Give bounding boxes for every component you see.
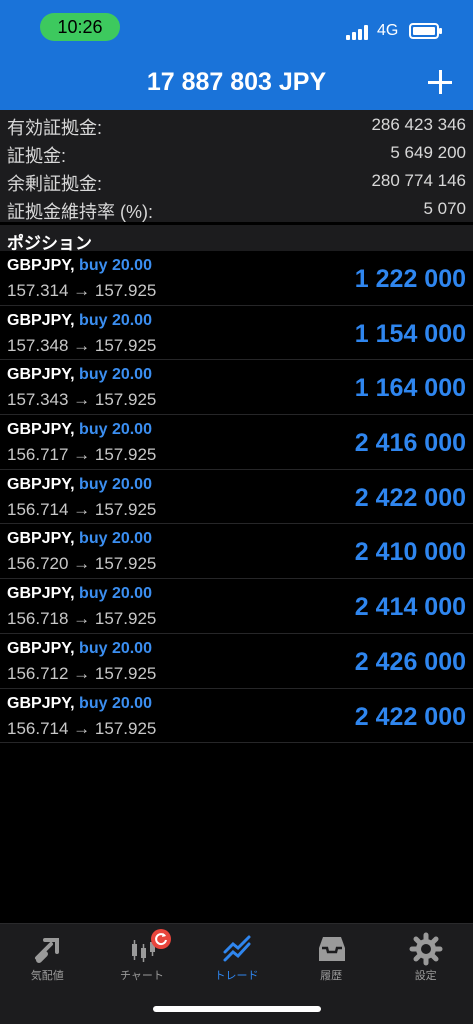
summary-value: 5 070 [423, 199, 466, 218]
tab-chart[interactable]: チャート [95, 924, 190, 994]
positions-list: GBPJPY, buy 20.00 157.314 → 157.925 1 22… [0, 251, 473, 744]
position-profit: 1 164 000 [354, 374, 466, 403]
position-profit: 1 222 000 [354, 265, 466, 293]
cellular-signal-icon [346, 24, 372, 40]
position-row[interactable]: GBPJPY, buy 20.00 157.348 → 157.925 1 15… [0, 306, 473, 361]
summary-row-margin: 証拠金: 5 649 200 [0, 138, 473, 166]
status-time: 10:26 [40, 13, 120, 41]
position-side: buy 20.00 [79, 311, 152, 329]
tab-quotes[interactable]: 気配値 [0, 924, 95, 994]
position-symbol: GBPJPY, buy 20.00 [7, 421, 152, 439]
tab-history[interactable]: 履歴 [284, 924, 379, 994]
symbol-text: GBPJPY, [7, 639, 75, 657]
position-prices: 157.314 → 157.925 [7, 281, 157, 300]
position-side: buy 20.00 [79, 257, 152, 274]
tab-label: 設定 [414, 970, 437, 982]
position-prices: 156.714 → 157.925 [7, 499, 157, 519]
position-symbol: GBPJPY, buy 20.00 [7, 366, 152, 384]
position-row[interactable]: GBPJPY, buy 20.00 156.712 → 157.925 2 42… [0, 634, 473, 689]
tab-label: チャート [119, 970, 164, 982]
position-prices: 156.718 → 157.925 [7, 609, 157, 629]
symbol-text: GBPJPY, [7, 366, 75, 384]
add-order-button[interactable] [426, 68, 454, 96]
position-row[interactable]: GBPJPY, buy 20.00 156.720 → 157.925 2 41… [0, 524, 473, 580]
position-side: buy 20.00 [79, 639, 152, 657]
trade-icon [223, 935, 251, 962]
account-balance: 17 887 803 JPY [146, 68, 327, 96]
symbol-text: GBPJPY, [7, 585, 75, 603]
tab-trade[interactable]: トレード [189, 924, 284, 994]
home-indicator[interactable] [153, 1006, 321, 1012]
summary-row-free-margin: 余剰証拠金: 280 774 146 [0, 166, 473, 194]
summary-label: 証拠金維持率 (%): [7, 202, 153, 222]
position-side: buy 20.00 [79, 694, 152, 712]
position-row[interactable]: GBPJPY, buy 20.00 156.714 → 157.925 2 42… [0, 689, 473, 744]
summary-label: 余剰証拠金: [7, 174, 103, 194]
settings-icon [409, 932, 443, 966]
summary-value: 286 423 346 [371, 115, 466, 134]
tab-label: トレード [214, 970, 259, 982]
position-side: buy 20.00 [79, 475, 152, 493]
position-profit: 2 422 000 [354, 702, 466, 731]
position-prices: 156.717 → 157.925 [7, 445, 157, 465]
summary-label: 証拠金: [7, 146, 67, 166]
position-side: buy 20.00 [79, 585, 152, 603]
symbol-text: GBPJPY, [7, 694, 75, 712]
position-symbol: GBPJPY, buy 20.00 [7, 585, 152, 603]
refresh-badge-icon [150, 929, 171, 949]
symbol-text: GBPJPY, [7, 257, 75, 274]
position-prices: 157.343 → 157.925 [7, 390, 157, 410]
position-row[interactable]: GBPJPY, buy 20.00 157.314 → 157.925 1 22… [0, 251, 473, 306]
position-side: buy 20.00 [79, 421, 152, 439]
account-summary: 有効証拠金: 286 423 346 証拠金: 5 649 200 余剰証拠金:… [0, 110, 473, 222]
position-side: buy 20.00 [79, 530, 152, 548]
position-symbol: GBPJPY, buy 20.00 [7, 695, 152, 713]
network-type: 4G [377, 22, 399, 39]
position-row[interactable]: GBPJPY, buy 20.00 157.343 → 157.925 1 16… [0, 360, 473, 416]
position-profit: 2 410 000 [354, 538, 466, 567]
position-symbol: GBPJPY, buy 20.00 [7, 257, 152, 275]
summary-row-margin-level: 証拠金維持率 (%): 5 070 [0, 194, 473, 222]
position-symbol: GBPJPY, buy 20.00 [7, 312, 152, 330]
position-row[interactable]: GBPJPY, buy 20.00 156.718 → 157.925 2 41… [0, 579, 473, 634]
position-prices: 156.720 → 157.925 [7, 554, 157, 574]
symbol-text: GBPJPY, [7, 421, 75, 439]
symbol-text: GBPJPY, [7, 530, 75, 548]
position-prices: 156.712 → 157.925 [7, 663, 157, 683]
tab-label: 履歴 [320, 970, 343, 982]
position-profit: 2 422 000 [354, 483, 466, 512]
position-row[interactable]: GBPJPY, buy 20.00 156.717 → 157.925 2 41… [0, 415, 473, 470]
summary-label: 有効証拠金: [7, 118, 103, 138]
tab-label: 気配値 [30, 970, 64, 982]
summary-value: 280 774 146 [371, 171, 466, 190]
symbol-text: GBPJPY, [7, 311, 75, 329]
position-symbol: GBPJPY, buy 20.00 [7, 530, 152, 548]
quotes-icon [35, 938, 59, 963]
position-prices: 156.714 → 157.925 [7, 718, 157, 738]
summary-value: 5 649 200 [390, 143, 466, 162]
position-profit: 1 154 000 [354, 319, 466, 348]
position-side: buy 20.00 [79, 366, 152, 384]
battery-icon [409, 23, 442, 39]
position-symbol: GBPJPY, buy 20.00 [7, 640, 152, 658]
position-row[interactable]: GBPJPY, buy 20.00 156.714 → 157.925 2 42… [0, 470, 473, 525]
symbol-text: GBPJPY, [7, 475, 75, 493]
position-symbol: GBPJPY, buy 20.00 [7, 476, 152, 494]
history-icon [318, 937, 345, 961]
positions-section-header: ポジション [0, 224, 473, 253]
status-bar: 10:26 4G [0, 0, 473, 60]
app-header: 10:26 4G 17 887 803 JPY [0, 0, 473, 110]
position-profit: 2 414 000 [354, 593, 466, 622]
tab-settings[interactable]: 設定 [378, 924, 473, 994]
position-prices: 157.348 → 157.925 [7, 335, 157, 355]
summary-row-equity: 有効証拠金: 286 423 346 [0, 110, 473, 138]
position-profit: 2 426 000 [354, 647, 466, 676]
position-profit: 2 416 000 [354, 429, 466, 458]
